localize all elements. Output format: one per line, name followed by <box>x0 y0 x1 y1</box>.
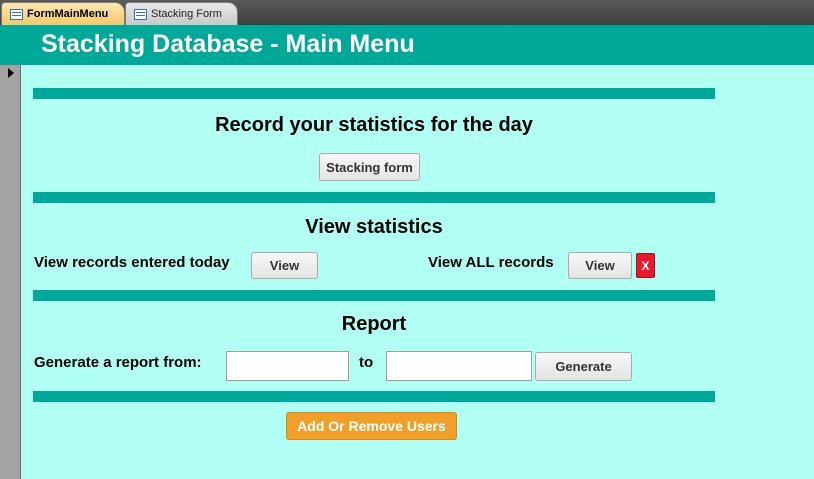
report-to-label: to <box>359 354 374 371</box>
section-divider <box>33 391 715 402</box>
view-today-label: View records entered today <box>34 254 230 271</box>
generate-button[interactable]: Generate <box>535 352 632 381</box>
report-section-title: Report <box>341 313 407 335</box>
section-divider <box>33 192 715 203</box>
tab-label: FormMainMenu <box>27 8 109 20</box>
document-tab-strip: FormMainMenu Stacking Form <box>0 0 814 25</box>
record-selector-bar[interactable] <box>0 25 21 479</box>
stacking-form-button[interactable]: Stacking form <box>319 153 420 181</box>
report-from-input[interactable] <box>226 351 349 381</box>
view-all-label: View ALL records <box>428 254 554 271</box>
tab-label: Stacking Form <box>151 8 222 20</box>
section-divider <box>33 88 715 99</box>
form-icon <box>134 8 147 20</box>
record-section-title: Record your statistics for the day <box>215 114 533 136</box>
form-header: Stacking Database - Main Menu <box>4 25 814 65</box>
report-to-input[interactable] <box>386 351 532 381</box>
view-all-button[interactable]: View <box>568 252 632 279</box>
close-x-button[interactable]: X <box>636 253 655 278</box>
report-from-label: Generate a report from: <box>34 354 202 371</box>
form-icon <box>10 8 23 20</box>
view-section-title: View statistics <box>305 216 443 238</box>
add-remove-users-button[interactable]: Add Or Remove Users <box>286 412 457 440</box>
page-title: Stacking Database - Main Menu <box>41 30 415 58</box>
view-today-button[interactable]: View <box>251 252 318 279</box>
section-divider <box>33 290 715 301</box>
current-record-arrow-icon <box>8 68 14 78</box>
tab-stacking-form[interactable]: Stacking Form <box>125 2 238 25</box>
tab-formmainmenu[interactable]: FormMainMenu <box>1 2 125 25</box>
